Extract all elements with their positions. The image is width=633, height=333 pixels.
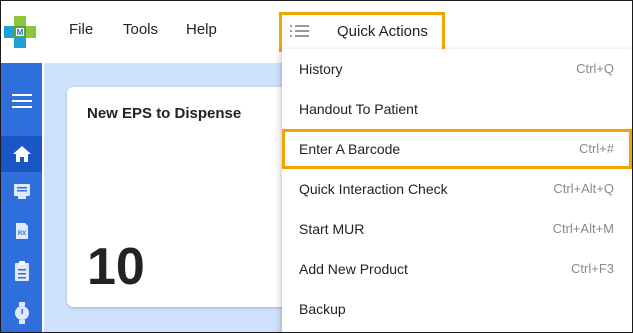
menu-item-add-new-product[interactable]: Add New Product Ctrl+F3	[282, 249, 632, 289]
menu-tools[interactable]: Tools	[123, 21, 158, 38]
message-icon	[13, 184, 30, 199]
menu-item-shortcut: Ctrl+Alt+Q	[553, 181, 614, 196]
menu-item-handout-to-patient[interactable]: Handout To Patient	[282, 89, 632, 129]
menu-file[interactable]: File	[69, 21, 93, 38]
app-window: M File Tools Help Quick Actions RX New E…	[0, 0, 633, 333]
svg-text:M: M	[17, 28, 24, 37]
menu-item-label: Start MUR	[299, 221, 365, 237]
menu-help[interactable]: Help	[186, 21, 217, 38]
hamburger-icon	[11, 94, 32, 108]
quick-actions-button[interactable]: Quick Actions	[279, 12, 445, 52]
menu-item-history[interactable]: History Ctrl+Q	[282, 49, 632, 89]
menu-item-shortcut: Ctrl+#	[578, 141, 614, 156]
sidebar-item-clipboard[interactable]	[1, 253, 42, 289]
menu-item-start-mur[interactable]: Start MUR Ctrl+Alt+M	[282, 209, 632, 249]
sidebar: RX	[1, 63, 42, 332]
app-logo: M	[4, 16, 36, 48]
card-count: 10	[87, 238, 145, 296]
home-icon	[12, 146, 31, 162]
sidebar-item-timer[interactable]	[1, 295, 42, 331]
menu-item-quick-interaction-check[interactable]: Quick Interaction Check Ctrl+Alt+Q	[282, 169, 632, 209]
sidebar-item-home[interactable]	[1, 136, 42, 172]
sidebar-item-messages[interactable]	[1, 173, 42, 209]
watch-icon	[14, 302, 29, 324]
sidebar-menu-toggle[interactable]	[1, 83, 42, 119]
quick-actions-menu: History Ctrl+Q Handout To Patient Enter …	[282, 49, 632, 332]
svg-text:RX: RX	[17, 231, 25, 237]
menu-item-enter-a-barcode[interactable]: Enter A Barcode Ctrl+#	[282, 129, 632, 169]
quick-actions-label: Quick Actions	[337, 23, 428, 40]
card-title: New EPS to Dispense	[87, 105, 242, 122]
menu-item-label: Backup	[299, 301, 346, 317]
menu-item-label: Handout To Patient	[299, 101, 418, 117]
sidebar-item-prescriptions[interactable]: RX	[1, 213, 42, 249]
menu-item-label: Quick Interaction Check	[299, 181, 448, 197]
eps-card[interactable]: New EPS to Dispense 10	[67, 87, 297, 307]
rx-icon: RX	[15, 223, 28, 239]
menu-item-shortcut: Ctrl+Q	[576, 61, 614, 76]
menu-item-backup[interactable]: Backup	[282, 289, 632, 329]
menu-item-label: History	[299, 61, 343, 77]
menu-item-label: Enter A Barcode	[299, 141, 401, 157]
menu-item-shortcut: Ctrl+Alt+M	[552, 221, 614, 236]
list-icon	[290, 25, 309, 37]
menu-item-shortcut: Ctrl+F3	[571, 261, 614, 276]
clipboard-icon	[14, 261, 29, 281]
menu-item-label: Add New Product	[299, 261, 408, 277]
